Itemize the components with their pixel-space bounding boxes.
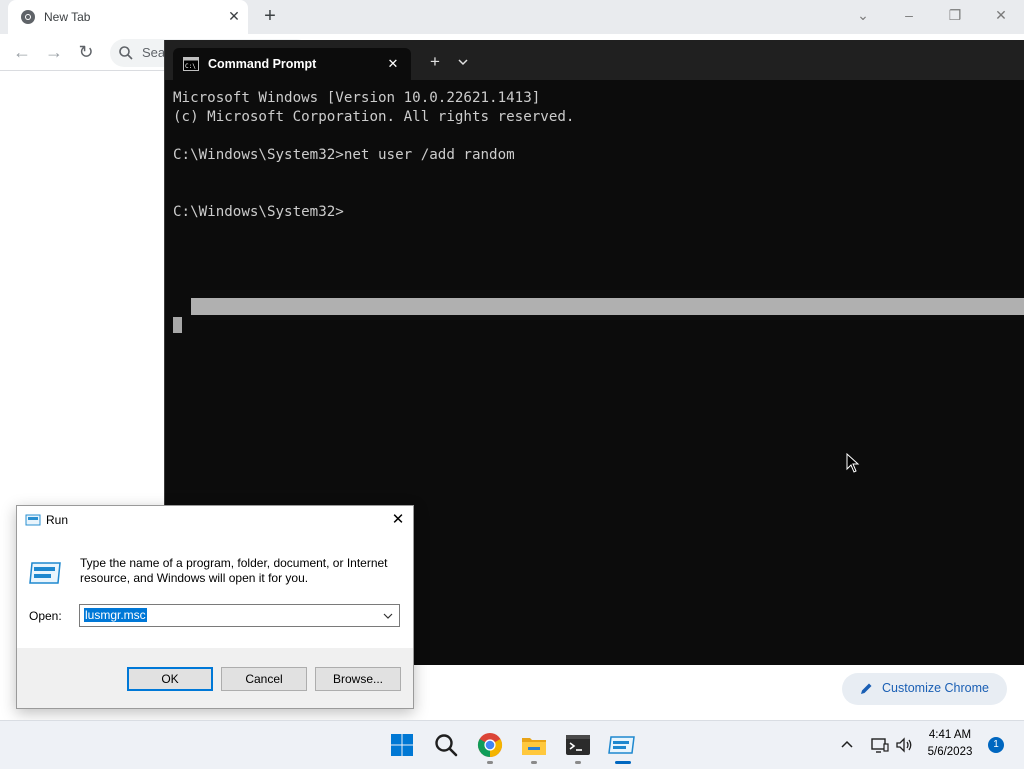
restore-button[interactable]: ❐ <box>940 5 970 25</box>
new-tab-button[interactable]: + <box>258 5 282 29</box>
running-indicator <box>487 761 493 764</box>
chevron-down-icon[interactable] <box>453 52 473 72</box>
terminal-tab-title: Command Prompt <box>208 57 317 71</box>
active-app-indicator <box>615 761 631 764</box>
terminal-line: C:\Windows\System32> <box>173 204 344 220</box>
search-icon[interactable] <box>430 729 462 761</box>
tab-search-icon[interactable]: ⌄ <box>848 5 878 25</box>
terminal-icon[interactable] <box>562 729 594 761</box>
run-titlebar[interactable]: Run ✕ <box>17 506 413 534</box>
address-bar-placeholder: Sea <box>142 45 166 60</box>
run-description: Type the name of a program, folder, docu… <box>80 556 388 585</box>
close-icon[interactable]: ✕ <box>385 508 411 532</box>
run-dialog[interactable]: Run ✕ Type the name of a program, folder… <box>16 505 414 709</box>
run-command-input[interactable]: lusmgr.msc <box>79 604 400 627</box>
customize-chrome-label: Customize Chrome <box>882 681 989 695</box>
clock-time[interactable]: 4:41 AM <box>920 729 980 741</box>
notification-badge[interactable]: 1 <box>988 737 1004 753</box>
terminal-selection-highlight <box>191 298 1024 315</box>
command-prompt-icon: C:\ <box>183 57 199 71</box>
chrome-logo-icon <box>21 10 35 24</box>
file-explorer-icon[interactable] <box>518 729 550 761</box>
chrome-icon[interactable] <box>474 729 506 761</box>
mouse-pointer-icon <box>846 453 860 473</box>
clock-date[interactable]: 5/6/2023 <box>920 746 980 758</box>
terminal-new-tab-button[interactable]: + <box>425 52 445 72</box>
browse-button[interactable]: Browse... <box>315 667 401 691</box>
terminal-cursor <box>173 317 182 333</box>
terminal-line: C:\Windows\System32>net user /add random <box>173 147 515 163</box>
pencil-icon <box>861 683 872 694</box>
close-tab-icon[interactable]: ✕ <box>224 6 244 26</box>
cancel-button[interactable]: Cancel <box>221 667 307 691</box>
network-icon[interactable] <box>870 735 890 755</box>
reload-icon[interactable]: ↻ <box>74 40 98 64</box>
chrome-tab-title: New Tab <box>44 10 91 24</box>
taskbar: 4:41 AM 5/6/2023 1 <box>0 720 1024 769</box>
run-dialog-body: Type the name of a program, folder, docu… <box>17 534 413 648</box>
running-indicator <box>575 761 581 764</box>
open-label: Open: <box>29 609 62 623</box>
svg-text:C:\: C:\ <box>185 63 196 70</box>
terminal-line: (c) Microsoft Corporation. All rights re… <box>173 109 575 125</box>
close-window-button[interactable]: ✕ <box>986 5 1016 25</box>
ok-button[interactable]: OK <box>127 667 213 691</box>
close-terminal-tab-icon[interactable]: ✕ <box>383 54 403 74</box>
chevron-up-icon[interactable] <box>838 736 856 754</box>
start-icon[interactable] <box>386 729 418 761</box>
chevron-down-icon[interactable] <box>380 608 396 623</box>
forward-arrow-icon[interactable]: → <box>42 40 66 64</box>
running-indicator <box>531 761 537 764</box>
run-icon <box>25 514 41 526</box>
minimize-button[interactable]: – <box>894 5 924 25</box>
search-icon <box>119 46 133 60</box>
run-icon[interactable] <box>606 729 638 761</box>
terminal-line: Microsoft Windows [Version 10.0.22621.14… <box>173 90 541 106</box>
volume-icon[interactable] <box>894 735 914 755</box>
customize-chrome-button[interactable]: Customize Chrome <box>842 673 1007 705</box>
terminal-tab-command-prompt[interactable]: C:\ Command Prompt ✕ <box>173 48 411 80</box>
back-arrow-icon[interactable]: ← <box>10 40 34 64</box>
run-program-icon <box>29 562 61 584</box>
run-dialog-title: Run <box>46 513 69 527</box>
run-input-value: lusmgr.msc <box>84 608 147 622</box>
chrome-tab-new-tab[interactable]: New Tab ✕ <box>8 0 248 34</box>
